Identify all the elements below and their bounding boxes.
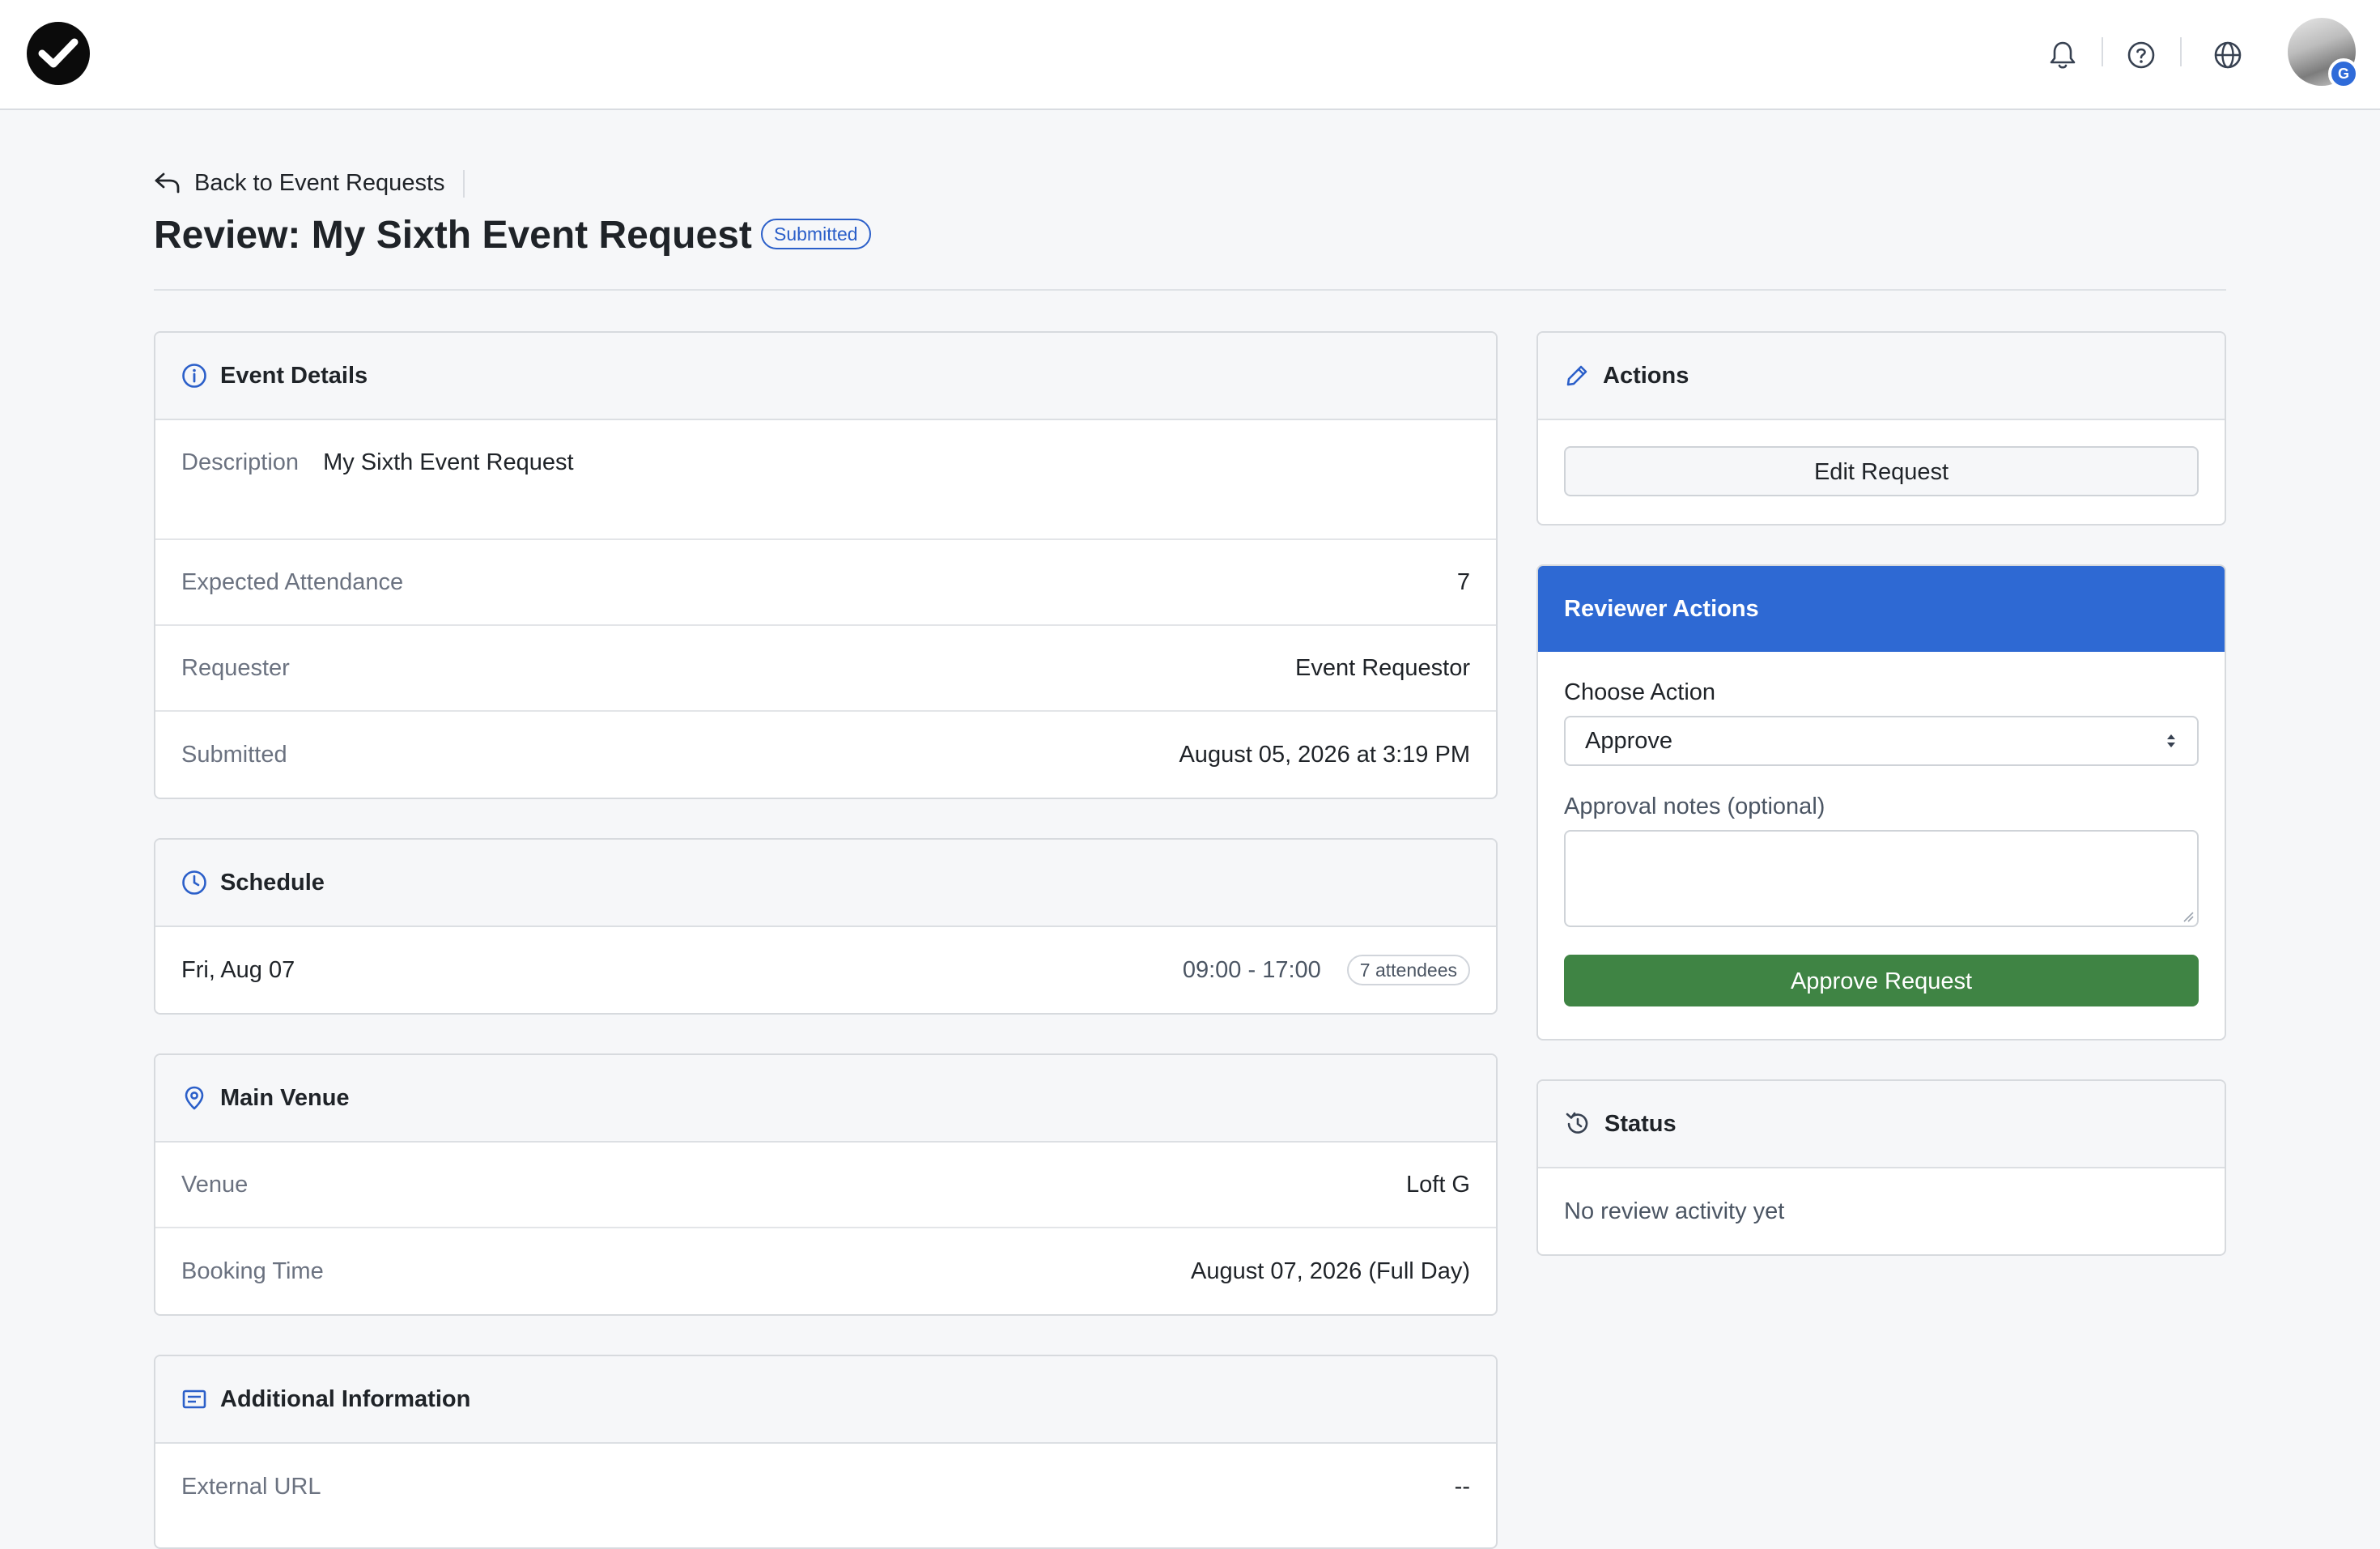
description-row: Description My Sixth Event Request — [155, 420, 1496, 540]
choose-action-label: Choose Action — [1564, 679, 1716, 705]
map-pin-icon — [185, 1086, 204, 1110]
schedule-row: Fri, Aug 07 09:00 - 17:00 7 attendees — [155, 927, 1496, 1013]
submitted-label: Submitted — [181, 741, 287, 768]
additional-information-card: Additional Information External URL -- — [154, 1355, 1498, 1549]
avatar[interactable]: G — [2288, 18, 2359, 89]
back-to-event-requests-link[interactable]: Back to Event Requests — [154, 165, 445, 201]
detail-row: Requester Event Requestor — [155, 626, 1496, 712]
resize-handle-icon[interactable] — [2182, 911, 2194, 922]
schedule-title: Schedule — [220, 869, 325, 896]
divider — [2180, 37, 2182, 66]
clock-icon — [182, 870, 206, 895]
page-title: Review: My Sixth Event Request — [154, 214, 752, 257]
detail-row: Booking Time August 07, 2026 (Full Day) — [155, 1228, 1496, 1314]
status-card: Status No review activity yet — [1536, 1079, 2226, 1256]
reviewer-actions-card: Reviewer Actions Choose Action Approve A… — [1536, 564, 2226, 1040]
booking-time-value: August 07, 2026 (Full Day) — [1191, 1257, 1470, 1284]
external-url-label: External URL — [181, 1473, 321, 1500]
additional-information-header: Additional Information — [155, 1356, 1496, 1444]
edit-request-button[interactable]: Edit Request — [1564, 446, 2199, 496]
venue-value: Loft G — [1406, 1171, 1470, 1198]
select-arrows-icon — [2167, 734, 2175, 747]
top-navigation-bar: G — [0, 0, 2380, 110]
reviewer-actions-header: Reviewer Actions — [1538, 566, 2225, 652]
actions-title: Actions — [1603, 362, 1689, 389]
status-badge: Submitted — [761, 219, 871, 249]
description-value: My Sixth Event Request — [323, 449, 574, 475]
schedule-day: Fri, Aug 07 — [181, 956, 295, 983]
status-message: No review activity yet — [1564, 1198, 1785, 1224]
event-details-title: Event Details — [220, 362, 368, 389]
help-circle-icon[interactable] — [2122, 36, 2161, 74]
actions-header: Actions — [1538, 333, 2225, 420]
detail-row: Venue Loft G — [155, 1143, 1496, 1228]
detail-row: Submitted August 05, 2026 at 3:19 PM — [155, 712, 1496, 798]
info-icon — [182, 364, 206, 388]
note-icon — [182, 1389, 206, 1409]
additional-information-title: Additional Information — [220, 1385, 471, 1412]
main-venue-card: Main Venue Venue Loft G Booking Time Aug… — [154, 1053, 1498, 1316]
status-title: Status — [1604, 1110, 1677, 1137]
status-row: No review activity yet — [1538, 1168, 2225, 1254]
status-header: Status — [1538, 1081, 2225, 1168]
header-divider — [154, 289, 2226, 291]
schedule-time: 09:00 - 17:00 — [1182, 956, 1321, 983]
back-link-label: Back to Event Requests — [194, 169, 445, 196]
booking-time-label: Booking Time — [181, 1257, 324, 1284]
back-arrow-icon — [155, 172, 180, 194]
submitted-value: August 05, 2026 at 3:19 PM — [1179, 741, 1470, 768]
requester-value: Event Requestor — [1294, 654, 1470, 681]
event-details-header: Event Details — [155, 333, 1496, 420]
approve-request-button[interactable]: Approve Request — [1564, 955, 2199, 1006]
description-label: Description — [181, 449, 300, 475]
event-details-card: Event Details Description My Sixth Event… — [154, 331, 1498, 799]
main-venue-title: Main Venue — [220, 1084, 350, 1111]
choose-action-select[interactable]: Approve — [1564, 716, 2199, 766]
actions-card: Actions Edit Request — [1536, 331, 2226, 526]
detail-row: Expected Attendance 7 — [155, 540, 1496, 626]
approval-notes-label: Approval notes (optional) — [1564, 794, 1825, 819]
main-venue-header: Main Venue — [155, 1055, 1496, 1143]
globe-icon[interactable] — [2208, 36, 2247, 74]
app-logo-icon[interactable] — [26, 21, 91, 86]
attendees-badge: 7 attendees — [1346, 955, 1470, 985]
detail-row: External URL -- — [155, 1444, 1496, 1530]
requester-label: Requester — [181, 654, 290, 681]
divider — [463, 170, 465, 198]
expected-attendance-label: Expected Attendance — [181, 568, 404, 595]
venue-label: Venue — [181, 1171, 249, 1198]
external-url-value: -- — [1454, 1473, 1470, 1500]
schedule-card: Schedule Fri, Aug 07 09:00 - 17:00 7 att… — [154, 838, 1498, 1015]
pencil-icon — [1566, 365, 1587, 386]
selected-action: Approve — [1585, 727, 1673, 754]
avatar-badge: G — [2328, 58, 2359, 89]
bell-icon[interactable] — [2043, 36, 2082, 74]
schedule-header: Schedule — [155, 840, 1496, 927]
divider — [2102, 37, 2103, 66]
history-icon — [1566, 1112, 1588, 1134]
expected-attendance-value: 7 — [1456, 568, 1470, 595]
approval-notes-input[interactable] — [1564, 830, 2199, 927]
